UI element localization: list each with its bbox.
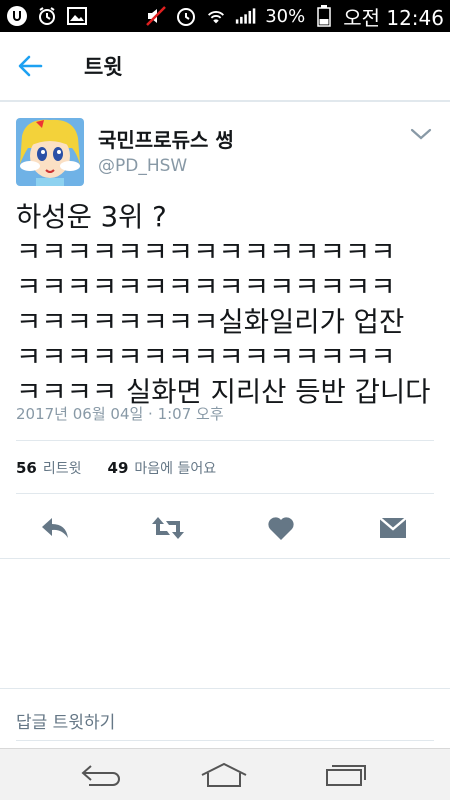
like-button[interactable]	[256, 505, 306, 550]
back-nav-icon	[81, 765, 120, 786]
page-title: 트윗	[84, 55, 123, 79]
chevron-down-icon	[410, 128, 432, 140]
divider	[16, 493, 434, 494]
alarm-clock-icon	[175, 6, 197, 26]
system-nav-bar	[0, 748, 450, 800]
direct-message-button[interactable]	[368, 505, 418, 550]
back-arrow-icon	[18, 55, 43, 77]
tweet-timestamp: 2017년 06월 04일 · 1:07 오후	[16, 405, 224, 423]
wifi-icon	[205, 6, 227, 26]
retweet-icon	[152, 516, 184, 539]
author-handle[interactable]: @PD_HSW	[98, 156, 187, 176]
notification-u-icon	[6, 6, 28, 26]
recents-nav-icon	[326, 765, 366, 786]
like-count[interactable]: 49	[108, 459, 129, 477]
tweet-text: 하성운 3위 ? ㅋㅋㅋㅋㅋㅋㅋㅋㅋㅋㅋㅋㅋㅋㅋ ㅋㅋㅋㅋㅋㅋㅋㅋㅋㅋㅋㅋㅋㅋㅋ…	[16, 201, 431, 408]
battery-percent: 30%	[265, 5, 306, 27]
author-name[interactable]: 국민프로듀스 썽	[98, 124, 234, 153]
status-bar-right: 30% 오전 12:46	[145, 2, 444, 31]
home-nav-button[interactable]	[194, 759, 254, 791]
divider	[0, 558, 450, 559]
like-heart-icon	[268, 516, 294, 540]
direct-message-icon	[379, 516, 407, 538]
divider	[16, 440, 434, 441]
alarm-icon	[36, 6, 58, 26]
back-nav-button[interactable]	[72, 759, 132, 791]
reply-button[interactable]	[30, 505, 80, 550]
like-label[interactable]: 마음에 들어요	[134, 458, 216, 478]
retweet-count[interactable]: 56	[16, 459, 37, 477]
tweet-author[interactable]: 국민프로듀스 썽 @PD_HSW	[16, 118, 436, 188]
tweet-actions	[0, 505, 450, 555]
back-button[interactable]	[0, 31, 60, 101]
mute-icon	[145, 6, 167, 26]
tweet-menu-button[interactable]	[406, 124, 436, 148]
signal-icon	[235, 6, 257, 26]
status-bar-left	[6, 6, 88, 26]
divider	[16, 740, 434, 741]
image-icon	[66, 6, 88, 26]
retweet-button[interactable]	[143, 505, 193, 550]
status-bar: 30% 오전 12:46	[0, 0, 450, 32]
recents-nav-button[interactable]	[316, 759, 376, 791]
top-app-bar: 트윗	[0, 32, 450, 102]
reply-icon	[42, 517, 68, 538]
retweet-label[interactable]: 리트윗	[43, 458, 82, 478]
divider	[0, 688, 450, 689]
avatar[interactable]	[16, 118, 84, 186]
tweet-stats: 56 리트윗 49 마음에 들어요	[16, 458, 216, 478]
battery-icon	[313, 5, 335, 27]
home-nav-icon	[201, 762, 247, 787]
reply-input[interactable]: 답글 트윗하기	[16, 708, 115, 733]
status-time: 오전 12:46	[343, 5, 444, 30]
